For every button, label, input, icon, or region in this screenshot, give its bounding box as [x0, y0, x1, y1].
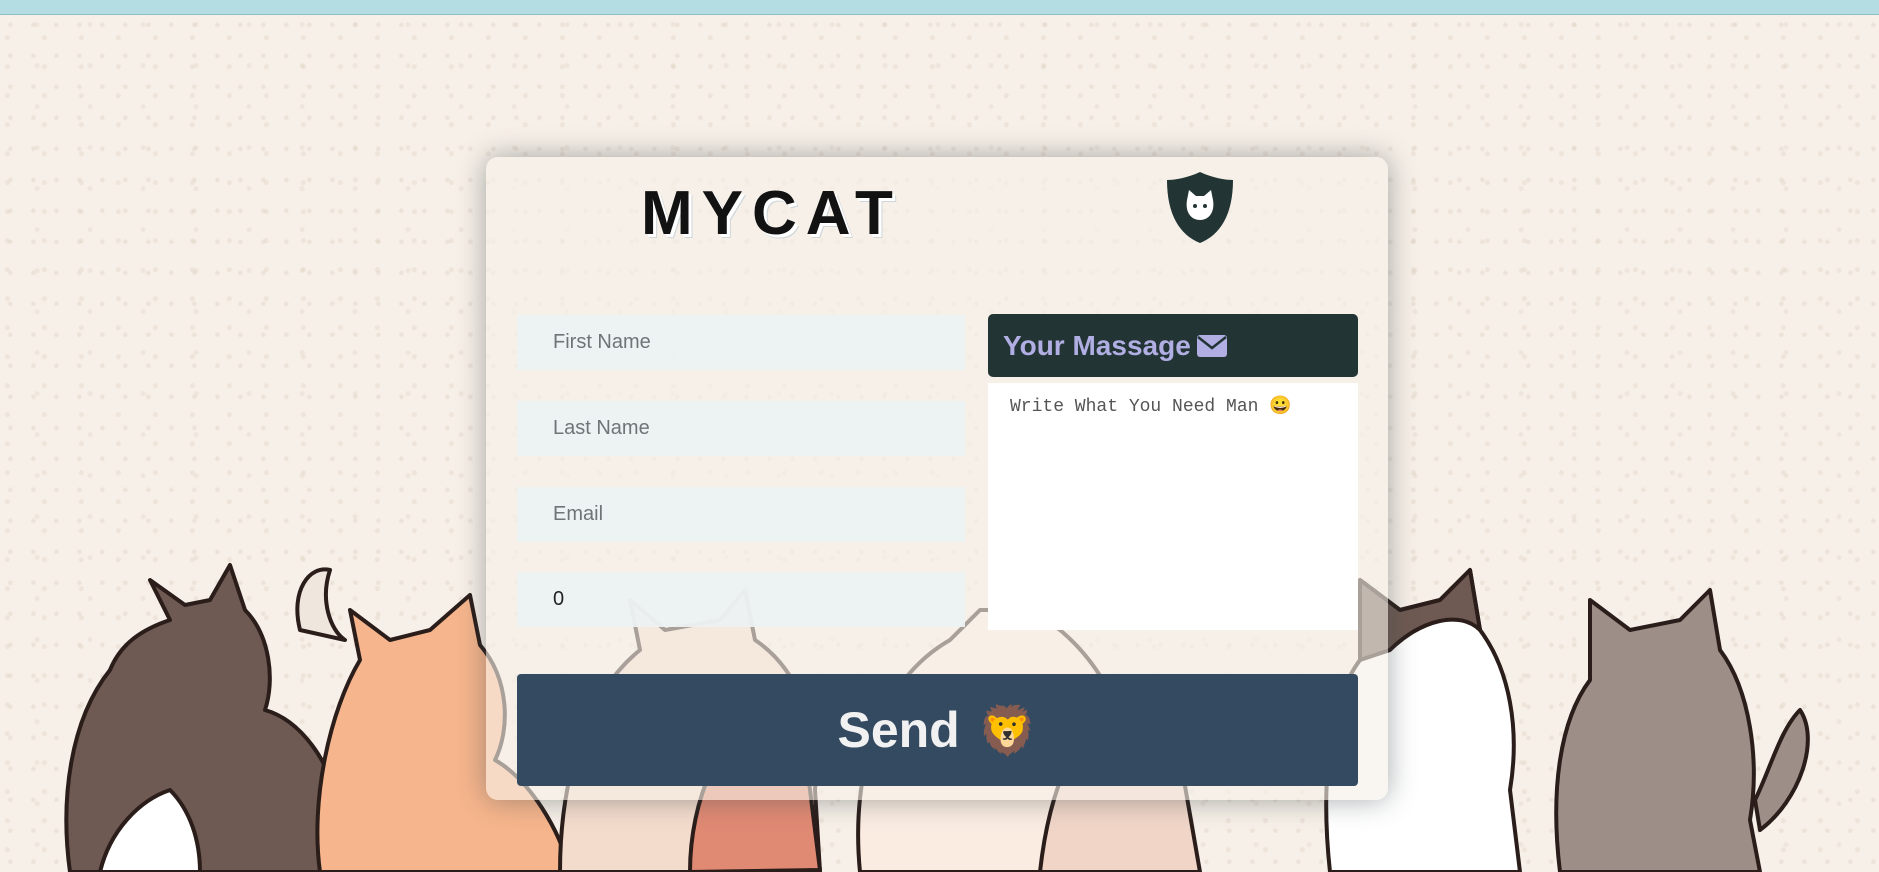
number-input[interactable]	[517, 572, 965, 627]
message-header-title: Your Massage	[1003, 329, 1191, 361]
message-header: Your Massage	[988, 314, 1358, 377]
last-name-input[interactable]	[517, 401, 965, 456]
first-name-input[interactable]	[517, 315, 965, 370]
top-bar	[0, 0, 1879, 15]
brand-title: MYCAT	[641, 179, 902, 248]
send-button[interactable]: Send 🦁	[517, 674, 1358, 786]
send-button-label: Send	[837, 702, 960, 758]
email-input[interactable]	[517, 487, 965, 542]
envelope-icon	[1196, 334, 1227, 357]
message-textarea[interactable]	[988, 383, 1358, 630]
cat-shield-icon	[1167, 172, 1233, 243]
lion-emoji-icon: 🦁	[977, 704, 1038, 758]
